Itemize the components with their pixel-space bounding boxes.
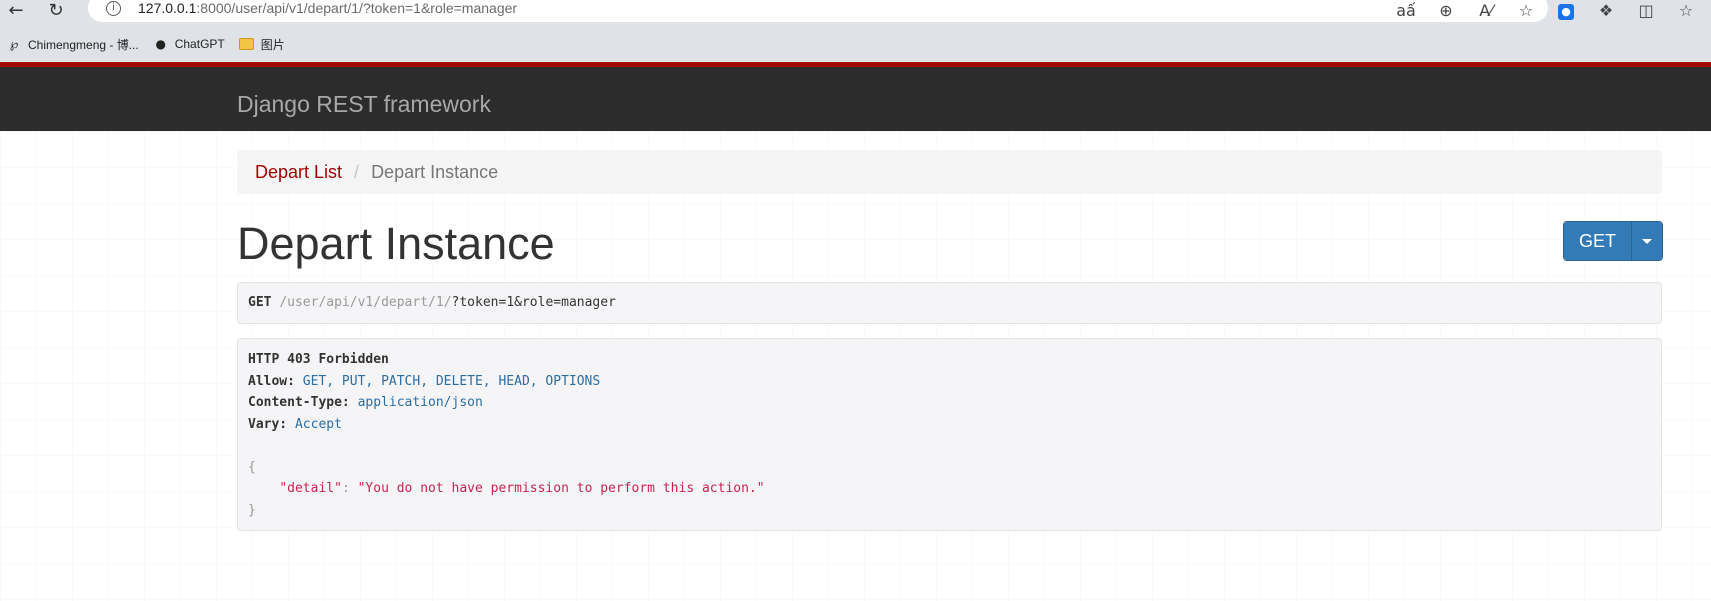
zoom-icon[interactable]: ⊕ bbox=[1426, 1, 1466, 20]
breadcrumb-separator: / bbox=[354, 161, 360, 182]
get-button[interactable]: GET bbox=[1564, 222, 1632, 260]
caret-down-icon bbox=[1642, 238, 1652, 244]
json-detail-line: "detail": "You do not have permission to… bbox=[279, 481, 765, 496]
brand-link[interactable]: Django REST framework bbox=[237, 91, 491, 118]
response-header-content-type: Content-Type: application/json bbox=[248, 395, 483, 410]
page-title: Depart Instance bbox=[237, 218, 555, 269]
translate-icon[interactable]: aấ bbox=[1386, 1, 1426, 20]
get-dropdown-toggle[interactable] bbox=[1632, 222, 1662, 260]
json-close-brace: } bbox=[248, 502, 256, 518]
split-screen-icon[interactable]: ◫ bbox=[1626, 1, 1666, 20]
navbar: Django REST framework bbox=[0, 62, 1711, 131]
favorite-star-icon[interactable]: ☆ bbox=[1506, 1, 1546, 20]
extensions-icon[interactable]: ❖ bbox=[1586, 1, 1626, 20]
breadcrumb-active: Depart Instance bbox=[371, 161, 499, 182]
response-header-allow: Allow: GET, PUT, PATCH, DELETE, HEAD, OP… bbox=[248, 373, 601, 389]
breadcrumb: Depart List / Depart Instance bbox=[237, 150, 1662, 194]
response-info: HTTP 403 Forbidden Allow: GET, PUT, PATCH… bbox=[237, 338, 1662, 531]
response-status: HTTP 403 Forbidden bbox=[248, 352, 389, 367]
favorites-icon[interactable]: ☆ bbox=[1666, 1, 1706, 20]
bookmark-chimengmeng[interactable]: ℘ Chimengmeng - 博... bbox=[6, 36, 139, 53]
read-aloud-icon[interactable]: A⁄ bbox=[1466, 1, 1506, 20]
profile-icon[interactable]: ● bbox=[1546, 0, 1586, 20]
request-info: GET /user/api/v1/depart/1/?token=1&role=… bbox=[237, 282, 1662, 324]
request-method: GET bbox=[248, 295, 272, 310]
bookmark-label: ChatGPT bbox=[174, 37, 225, 51]
site-info-icon[interactable]: i bbox=[106, 1, 121, 16]
response-header-vary: Vary: Accept bbox=[248, 416, 342, 432]
breadcrumb-link-depart-list[interactable]: Depart List bbox=[255, 162, 342, 183]
folder-icon bbox=[239, 36, 255, 52]
json-open-brace: { bbox=[248, 459, 256, 475]
json-value: "You do not have permission to perform t… bbox=[357, 481, 765, 496]
bookmarks-bar: ℘ Chimengmeng - 博... ● ChatGPT 图片 bbox=[0, 26, 1711, 62]
reload-icon[interactable]: ↻ bbox=[44, 0, 68, 21]
request-path: /user/api/v1/depart/1/?token=1&role=mana… bbox=[279, 295, 616, 310]
bookmark-label: Chimengmeng - 博... bbox=[28, 37, 139, 52]
url-text[interactable]: 127.0.0.1:8000/user/api/v1/depart/1/?tok… bbox=[138, 0, 517, 16]
url-path: :8000/user/api/v1/depart/1/?token=1&role… bbox=[196, 0, 518, 16]
browser-tools: aấ ⊕ A⁄ ☆ ● ❖ ◫ ☆ bbox=[1386, 0, 1706, 20]
browser-toolbar: ← ↻ i 127.0.0.1:8000/user/api/v1/depart/… bbox=[0, 0, 1711, 26]
address-bar[interactable]: i 127.0.0.1:8000/user/api/v1/depart/1/?t… bbox=[88, 0, 1548, 22]
get-button-group: GET bbox=[1563, 221, 1663, 261]
url-host: 127.0.0.1 bbox=[138, 0, 197, 16]
bookmark-chatgpt[interactable]: ● ChatGPT bbox=[153, 36, 225, 52]
site-favicon-icon: ℘ bbox=[9, 37, 19, 51]
json-key: "detail" bbox=[279, 481, 342, 496]
bookmark-folder-images[interactable]: 图片 bbox=[239, 36, 285, 53]
back-arrow-icon[interactable]: ← bbox=[4, 0, 28, 21]
penguin-icon: ● bbox=[155, 37, 166, 51]
bookmark-label: 图片 bbox=[260, 37, 285, 52]
